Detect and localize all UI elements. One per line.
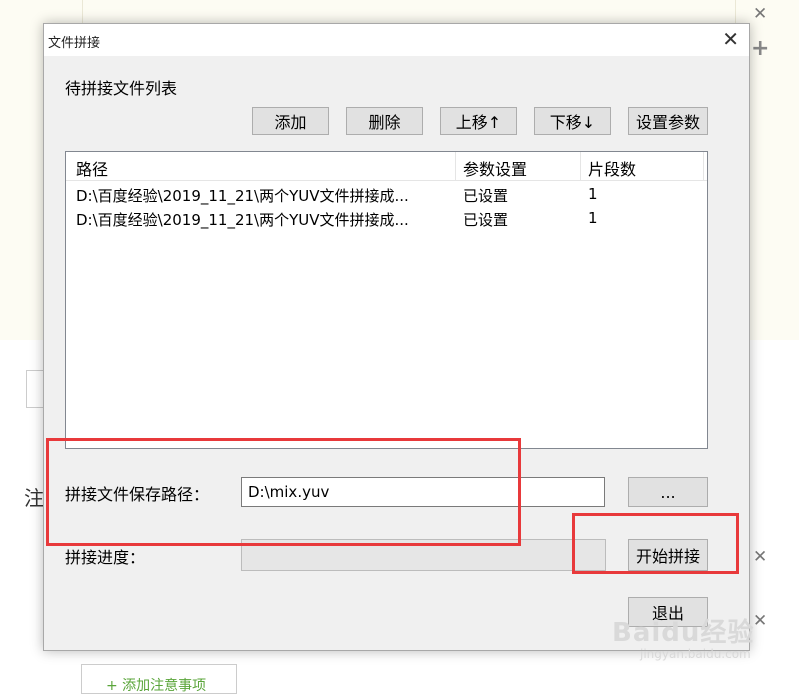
row-segments: 1	[588, 185, 598, 203]
table-header: 路径 参数设置 片段数	[66, 152, 707, 181]
dialog-title: 文件拼接	[48, 36, 101, 51]
baidu-watermark: Baidu经验	[612, 618, 755, 648]
row-path: D:\百度经验\2019_11_21\两个YUV文件拼接成...	[76, 187, 409, 205]
progress-label: 拼接进度：	[65, 548, 146, 567]
close-icon[interactable]: ✕	[753, 547, 767, 567]
baidu-watermark-url: jingyan.baidu.com	[640, 647, 751, 661]
table-row[interactable]: D:\百度经验\2019_11_21\两个YUV文件拼接成... 已设置 1	[66, 183, 707, 207]
file-list-label: 待拼接文件列表	[65, 79, 178, 98]
plus-icon[interactable]: +	[751, 36, 769, 61]
move-up-button[interactable]: 上移↑	[440, 107, 517, 135]
row-segments: 1	[588, 209, 598, 227]
close-icon[interactable]: ✕	[722, 27, 739, 51]
close-icon[interactable]: ✕	[753, 611, 767, 631]
background-side-char: 注	[24, 486, 44, 510]
highlight-box-start-button	[572, 513, 739, 574]
column-header-segments[interactable]: 片段数	[588, 156, 636, 180]
add-note-button[interactable]: + 添加注意事项	[81, 664, 237, 694]
row-params: 已设置	[463, 187, 509, 205]
browse-button[interactable]: ...	[628, 477, 708, 507]
table-row[interactable]: D:\百度经验\2019_11_21\两个YUV文件拼接成... 已设置 1	[66, 207, 707, 231]
highlight-box-save-path	[46, 438, 521, 546]
column-header-params[interactable]: 参数设置	[463, 156, 527, 180]
column-header-path[interactable]: 路径	[76, 156, 108, 180]
delete-button[interactable]: 删除	[346, 107, 423, 135]
file-list-table[interactable]: 路径 参数设置 片段数 D:\百度经验\2019_11_21\两个YUV文件拼接…	[65, 151, 708, 449]
column-divider[interactable]	[580, 152, 581, 180]
move-down-button[interactable]: 下移↓	[534, 107, 611, 135]
set-params-button[interactable]: 设置参数	[628, 107, 708, 135]
column-divider[interactable]	[703, 152, 704, 180]
row-path: D:\百度经验\2019_11_21\两个YUV文件拼接成...	[76, 211, 409, 229]
column-divider[interactable]	[455, 152, 456, 180]
close-icon[interactable]: ✕	[753, 4, 767, 24]
add-button[interactable]: 添加	[252, 107, 329, 135]
dialog-titlebar: 文件拼接 ✕	[44, 24, 749, 56]
row-params: 已设置	[463, 211, 509, 229]
